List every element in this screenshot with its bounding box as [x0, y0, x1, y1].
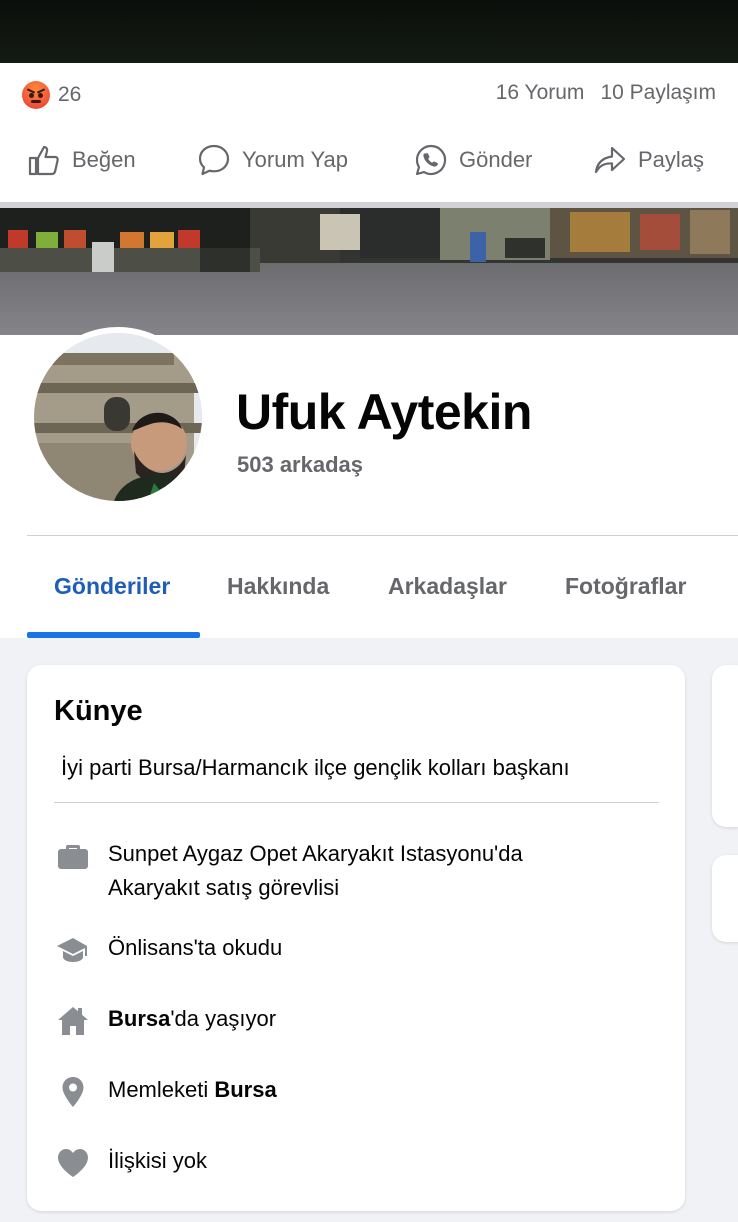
intro-card: Künye İyi parti Bursa/Harmancık ilçe gen…	[27, 665, 685, 1211]
tab-posts[interactable]: Gönderiler	[54, 573, 170, 600]
profile-name: Ufuk Aytekin	[236, 384, 532, 440]
hometown-city[interactable]: Bursa	[214, 1077, 276, 1102]
angry-emoji-icon	[22, 81, 50, 109]
send-whatsapp-button[interactable]: Gönder	[413, 142, 532, 178]
send-label: Gönder	[459, 147, 533, 172]
house-icon	[54, 1002, 92, 1040]
active-tab-indicator	[27, 632, 200, 638]
thumbs-up-icon	[28, 145, 59, 176]
header-divider	[27, 535, 738, 536]
speech-bubble-icon	[198, 144, 230, 176]
comment-count-link[interactable]: 16 Yorum	[496, 81, 585, 105]
bio-text: İyi parti Bursa/Harmancık ilçe gençlik k…	[61, 755, 570, 780]
like-label: Beğen	[72, 147, 136, 172]
relationship-text: İlişkisi yok	[108, 1148, 208, 1173]
friends-count[interactable]: 503 arkadaş	[237, 452, 363, 478]
work-line-2: Akaryakıt satış görevlisi	[108, 875, 340, 900]
relationship-detail: İlişkisi yok	[54, 1144, 207, 1182]
share-count-link[interactable]: 10 Paylaşım	[600, 81, 716, 105]
briefcase-icon	[54, 837, 92, 875]
reaction-summary[interactable]: 26	[22, 81, 81, 109]
cover-photo[interactable]	[0, 208, 738, 335]
lives-in-detail: Bursa'da yaşıyor	[54, 1002, 276, 1040]
comment-button[interactable]: Yorum Yap	[196, 142, 348, 178]
comment-label: Yorum Yap	[242, 147, 349, 172]
like-button[interactable]: Beğen	[26, 142, 136, 178]
hometown-detail: Memleketi Bursa	[54, 1073, 277, 1111]
tab-friends[interactable]: Arkadaşlar	[388, 573, 507, 600]
tab-photos[interactable]: Fotoğraflar	[565, 573, 686, 600]
work-line-1[interactable]: Sunpet Aygaz Opet Akaryakıt Istasyonu'da	[108, 841, 523, 866]
education-text[interactable]: Önlisans'ta okudu	[108, 931, 282, 965]
tab-about[interactable]: Hakkında	[227, 573, 329, 600]
lives-in-suffix: 'da yaşıyor	[170, 1006, 277, 1031]
intro-divider	[54, 802, 659, 803]
reactions-bar: 26 16 Yorum 10 Paylaşım	[0, 63, 738, 120]
reaction-count: 26	[58, 83, 82, 106]
share-label: Paylaş	[638, 147, 705, 172]
profile-avatar[interactable]	[28, 327, 208, 507]
share-arrow-icon	[594, 146, 626, 174]
side-card-bottom[interactable]	[712, 855, 738, 942]
location-pin-icon	[54, 1073, 92, 1111]
whatsapp-icon	[415, 144, 447, 176]
intro-title: Künye	[54, 695, 143, 727]
post-photo-bottom-edge[interactable]	[0, 0, 738, 63]
hometown-prefix: Memleketi	[108, 1077, 215, 1102]
lives-in-city[interactable]: Bursa	[108, 1006, 170, 1031]
share-button[interactable]: Paylaş	[592, 142, 704, 178]
education-detail: Önlisans'ta okudu	[54, 931, 282, 969]
graduation-cap-icon	[54, 931, 92, 969]
heart-icon	[54, 1144, 92, 1182]
work-detail: Sunpet Aygaz Opet Akaryakıt Istasyonu'da…	[54, 837, 523, 905]
side-card-top[interactable]	[712, 665, 738, 827]
post-actions-bar: Beğen Yorum Yap Gönder Paylaş	[0, 120, 738, 202]
profile-header: Ufuk Aytekin 503 arkadaş Gönderiler Hakk…	[0, 327, 738, 638]
